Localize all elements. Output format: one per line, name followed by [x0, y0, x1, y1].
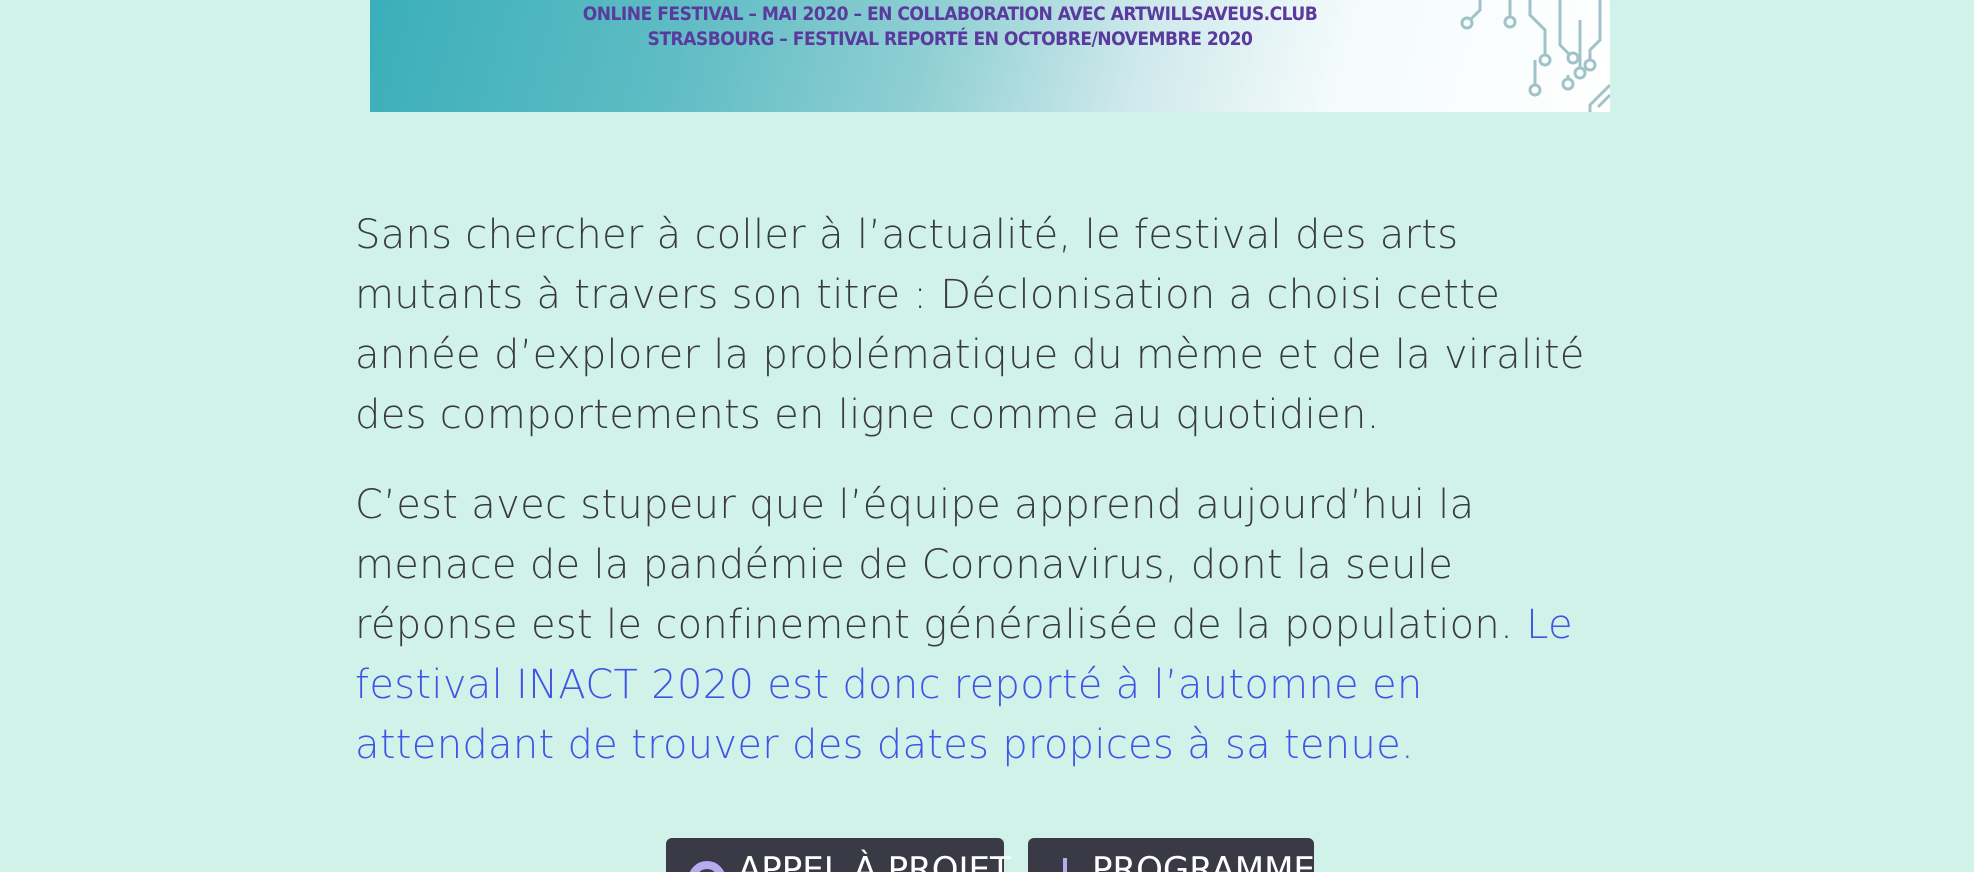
intro-paragraph: Sans chercher à coller à l’actualité, le… — [355, 212, 1585, 438]
circuit-decoration-icon — [1460, 0, 1610, 112]
article-content: Sans chercher à coller à l’actualité, le… — [355, 205, 1615, 805]
plus-icon — [1050, 838, 1080, 872]
festival-banner: ONLINE FESTIVAL – MAI 2020 – EN COLLABOR… — [370, 0, 1610, 112]
action-buttons: APPEL À PROJET PROGRAMME — [0, 838, 1974, 872]
announcement-text: C’est avec stupeur que l’équipe apprend … — [355, 482, 1527, 648]
program-label: PROGRAMME — [1092, 850, 1315, 872]
announcement-paragraph: C’est avec stupeur que l’équipe apprend … — [355, 475, 1615, 775]
call-for-projects-label: APPEL À PROJET — [738, 850, 1011, 872]
banner-line-1: ONLINE FESTIVAL – MAI 2020 – EN COLLABOR… — [582, 3, 1318, 25]
call-for-projects-button[interactable]: APPEL À PROJET — [666, 838, 1011, 872]
program-button[interactable]: PROGRAMME — [1028, 838, 1315, 872]
ring-icon — [688, 861, 726, 872]
banner-line-2: STRASBOURG – FESTIVAL REPORTÉ EN OCTOBRE… — [647, 28, 1253, 50]
